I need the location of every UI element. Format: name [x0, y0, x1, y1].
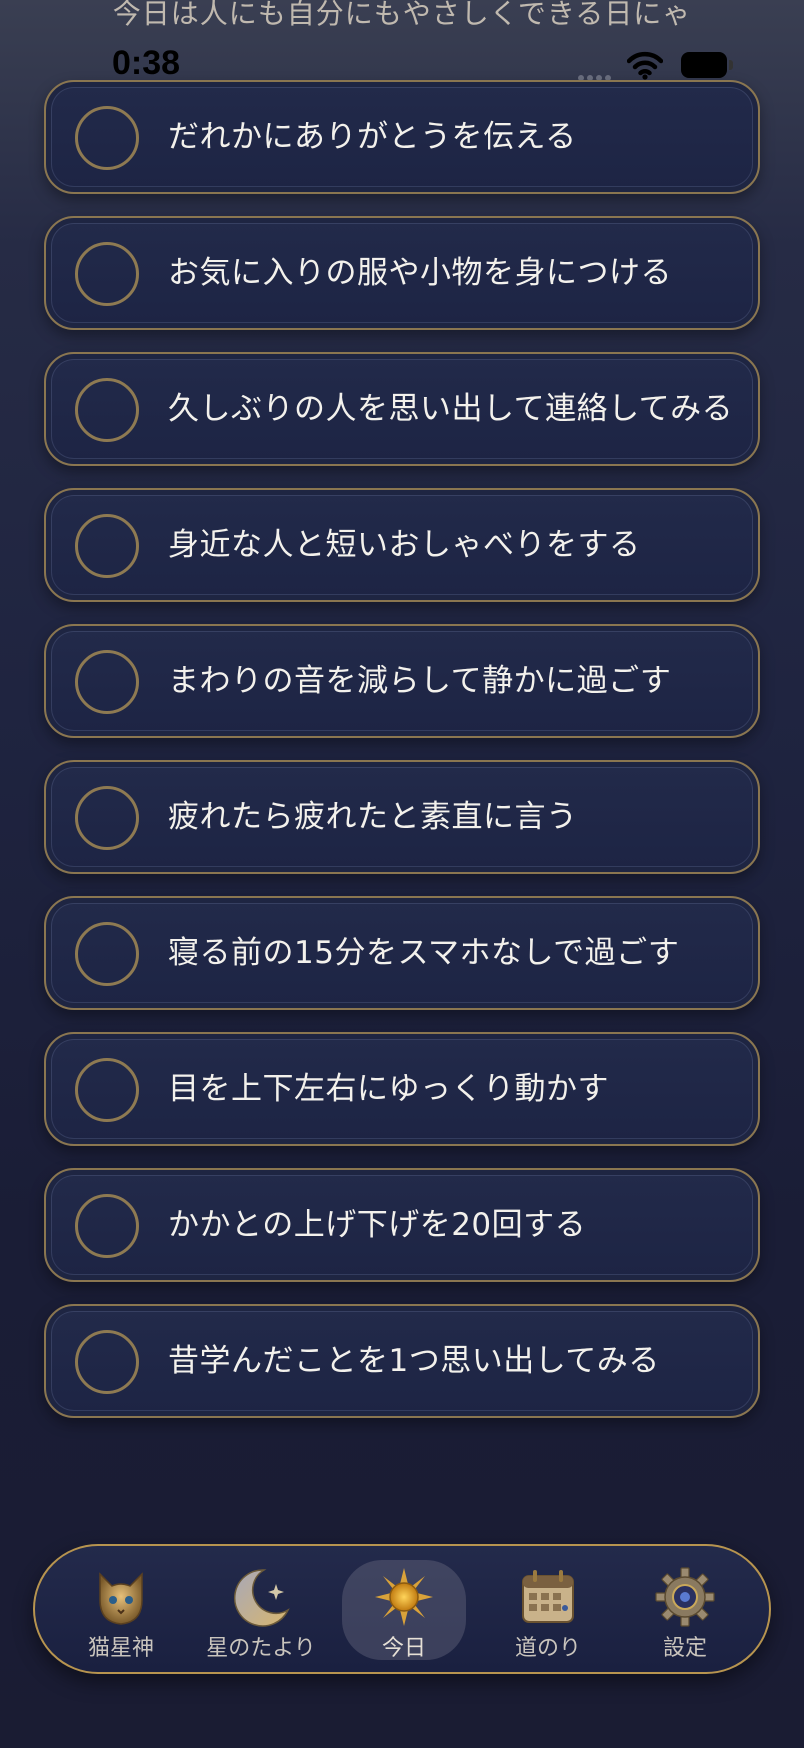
task-item[interactable]: 疲れたら疲れたと素直に言う	[44, 760, 760, 874]
status-time: 0:38	[112, 44, 181, 82]
task-checkbox[interactable]	[75, 1058, 139, 1122]
task-label: 目を上下左右にゆっくり動かす	[168, 1071, 609, 1107]
tab-label: 設定	[662, 1636, 707, 1661]
task-item[interactable]: まわりの音を減らして静かに過ごす	[44, 624, 760, 738]
task-item[interactable]: 久しぶりの人を思い出して連絡してみる	[44, 352, 760, 466]
task-label: だれかにありがとうを伝える	[168, 119, 577, 155]
crescent-moon-icon	[234, 1569, 290, 1627]
task-label: 寝る前の15分をスマホなしで過ごす	[168, 935, 680, 971]
tab-star-news[interactable]: 星のたより	[199, 1560, 323, 1661]
task-item[interactable]: 昔学んだことを1つ思い出してみる	[44, 1304, 760, 1418]
task-label: 疲れたら疲れたと素直に言う	[168, 799, 578, 835]
gear-icon	[655, 1567, 715, 1627]
cat-icon	[99, 1572, 143, 1625]
task-checkbox[interactable]	[75, 650, 139, 714]
task-item[interactable]: 目を上下左右にゆっくり動かす	[44, 1032, 760, 1146]
task-item[interactable]: 身近な人と短いおしゃべりをする	[44, 488, 760, 602]
sun-icon	[375, 1568, 433, 1626]
tab-settings[interactable]: 設定	[623, 1560, 747, 1661]
task-checkbox[interactable]	[75, 514, 139, 578]
task-item[interactable]: かかとの上げ下げを20回する	[44, 1168, 760, 1282]
tab-label: 猫星神	[87, 1636, 154, 1661]
task-item[interactable]: だれかにありがとうを伝える	[44, 80, 760, 194]
task-checkbox[interactable]	[75, 378, 139, 442]
task-checkbox[interactable]	[75, 242, 139, 306]
task-item[interactable]: お気に入りの服や小物を身につける	[44, 216, 760, 330]
tab-cat-god[interactable]: 猫星神	[59, 1560, 183, 1661]
tab-bar: 猫星神 星のたより 今日 道のり 設定	[33, 1544, 771, 1674]
task-label: 身近な人と短いおしゃべりをする	[168, 527, 641, 563]
tab-journey[interactable]: 道のり	[486, 1560, 610, 1661]
task-checkbox[interactable]	[75, 1330, 139, 1394]
task-checkbox[interactable]	[75, 1194, 139, 1258]
task-label: かかとの上げ下げを20回する	[168, 1207, 587, 1243]
tab-label: 星のたより	[206, 1636, 316, 1661]
task-checkbox[interactable]	[75, 922, 139, 986]
task-label: お気に入りの服や小物を身につける	[168, 255, 672, 291]
tab-label: 今日	[381, 1636, 426, 1661]
task-label: まわりの音を減らして静かに過ごす	[168, 663, 672, 699]
task-label: 昔学んだことを1つ思い出してみる	[168, 1343, 660, 1379]
daily-message: 今日は人にも自分にもやさしくできる日にゃ	[112, 0, 692, 30]
task-checkbox[interactable]	[75, 786, 139, 850]
battery-icon	[681, 52, 733, 78]
tab-today[interactable]: 今日	[342, 1560, 466, 1661]
task-checkbox[interactable]	[75, 106, 139, 170]
wifi-icon	[627, 51, 663, 80]
tab-label: 道のり	[514, 1636, 581, 1661]
task-label: 久しぶりの人を思い出して連絡してみる	[168, 391, 734, 427]
task-item[interactable]: 寝る前の15分をスマホなしで過ごす	[44, 896, 760, 1010]
calendar-icon	[522, 1570, 574, 1623]
